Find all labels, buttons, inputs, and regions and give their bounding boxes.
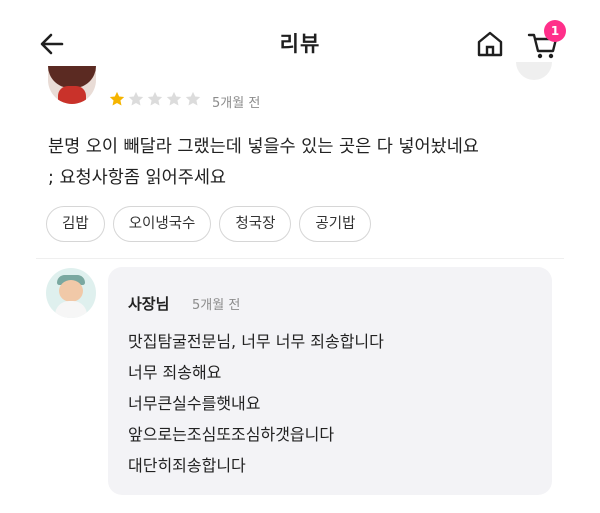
menu-tags: 김밥 오이냉국수 청국장 공기밥 bbox=[46, 206, 372, 242]
menu-tag[interactable]: 김밥 bbox=[46, 206, 105, 242]
menu-tag[interactable]: 오이냉국수 bbox=[112, 206, 212, 242]
review-text-line: ; 요청사항좀 읽어주세요 bbox=[48, 168, 227, 188]
star-icon bbox=[185, 91, 201, 106]
reply-author: 사장님 bbox=[128, 295, 170, 313]
home-button[interactable] bbox=[474, 28, 506, 60]
star-icon bbox=[128, 91, 144, 106]
reply-text-line: 맛집탐굴전문님, 너무 너무 죄송합니다 bbox=[128, 332, 384, 351]
reply-text-line: 앞으로는조심또조심하갯읍니다 bbox=[128, 425, 335, 444]
home-icon bbox=[477, 31, 503, 57]
star-rating bbox=[108, 90, 202, 108]
cart-count-badge: 1 bbox=[544, 20, 566, 42]
star-icon bbox=[109, 91, 125, 106]
owner-avatar bbox=[46, 268, 96, 318]
review-date: 5개월 전 bbox=[212, 96, 261, 111]
reply-text: 맛집탐굴전문님, 너무 너무 죄송합니다 너무 죄송해요 너무큰실수를햇내요 앞… bbox=[128, 326, 538, 481]
reply-text-line: 너무 죄송해요 bbox=[128, 363, 222, 382]
star-icon bbox=[147, 91, 163, 106]
divider bbox=[36, 258, 564, 259]
review-text: 분명 오이 빼달라 그랬는데 넣을수 있는 곳은 다 넣어놨네요 ; 요청사항좀… bbox=[48, 132, 568, 194]
reply-text-line: 대단히죄송합니다 bbox=[128, 456, 246, 475]
review-screen: 리뷰 1 5개월 전 분명 오이 빼달라 그랬는데 넣을수 있는 곳은 다 넣어… bbox=[0, 0, 600, 513]
review-text-line: 분명 오이 빼달라 그랬는데 넣을수 있는 곳은 다 넣어놨네요 bbox=[48, 137, 479, 157]
page-title: 리뷰 bbox=[279, 32, 321, 56]
reply-date: 5개월 전 bbox=[192, 298, 241, 313]
menu-tag[interactable]: 청국장 bbox=[219, 206, 292, 242]
reviewer-avatar[interactable] bbox=[48, 66, 96, 104]
star-icon bbox=[166, 91, 182, 106]
menu-tag[interactable]: 공기밥 bbox=[299, 206, 372, 242]
reply-text-line: 너무큰실수를햇내요 bbox=[128, 394, 261, 413]
